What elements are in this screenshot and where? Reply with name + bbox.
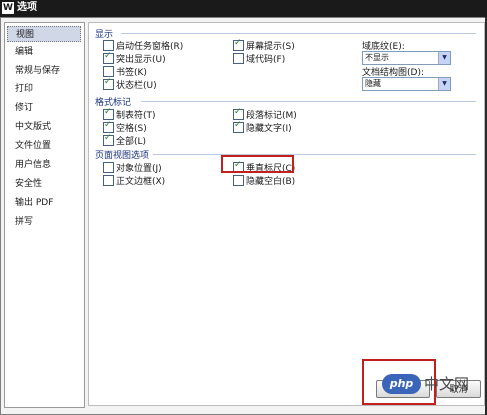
doc-map-select[interactable]: 隐藏 ▼ bbox=[362, 77, 451, 91]
chevron-down-icon: ▼ bbox=[438, 52, 450, 64]
nav-item-security[interactable]: 安全性 bbox=[7, 176, 81, 192]
checkbox-all-marks[interactable] bbox=[103, 133, 114, 146]
checkbox-field-codes[interactable] bbox=[233, 53, 244, 64]
label-screen-tips: 屏幕提示(S) bbox=[246, 42, 295, 52]
watermark: php 中文网 bbox=[382, 373, 480, 397]
label-hidden-text: 隐藏文字(I) bbox=[246, 124, 292, 134]
checkbox-object-anchors[interactable] bbox=[103, 162, 114, 173]
label-status-bar: 状态栏(U) bbox=[116, 81, 157, 91]
app-icon: W bbox=[2, 2, 14, 14]
label-spaces: 空格(S) bbox=[116, 124, 147, 134]
checkbox-text-boundaries[interactable] bbox=[103, 175, 114, 186]
label-hide-whitespace: 隐藏空白(B) bbox=[246, 177, 296, 187]
title-bar: W 选项 bbox=[0, 0, 487, 17]
checkbox-task-pane[interactable] bbox=[103, 40, 114, 51]
label-task-pane: 启动任务窗格(R) bbox=[116, 42, 184, 52]
nav-item-chinese-layout[interactable]: 中文版式 bbox=[7, 119, 81, 135]
chevron-down-icon: ▼ bbox=[438, 78, 450, 90]
watermark-badge: php bbox=[382, 374, 421, 394]
nav-item-general[interactable]: 常规与保存 bbox=[7, 63, 81, 79]
nav-item-edit[interactable]: 编辑 bbox=[7, 44, 81, 60]
label-paragraph-marks: 段落标记(M) bbox=[246, 111, 297, 121]
checkbox-screen-tips[interactable] bbox=[233, 38, 244, 51]
field-shading-value: 不显示 bbox=[365, 53, 389, 62]
checkbox-highlight[interactable] bbox=[103, 51, 114, 64]
field-shading-select[interactable]: 不显示 ▼ bbox=[362, 51, 451, 65]
watermark-text: 中文网 bbox=[424, 375, 470, 393]
page-view-heading: 页面视图选项 bbox=[95, 151, 150, 161]
checkbox-hidden-text[interactable] bbox=[233, 120, 244, 133]
nav-item-print[interactable]: 打印 bbox=[7, 81, 81, 97]
category-list: 视图 编辑 常规与保存 打印 修订 中文版式 文件位置 用户信息 安全性 输出 … bbox=[4, 22, 85, 408]
nav-item-file-location[interactable]: 文件位置 bbox=[7, 138, 81, 154]
checkbox-bookmarks[interactable] bbox=[103, 66, 114, 77]
display-heading: 显示 bbox=[95, 30, 114, 40]
divider bbox=[153, 154, 476, 155]
checkbox-paragraph-marks[interactable] bbox=[233, 107, 244, 120]
checkbox-tab-chars[interactable] bbox=[103, 107, 114, 120]
label-object-anchors: 对象位置(J) bbox=[116, 164, 162, 174]
label-bookmarks: 书签(K) bbox=[116, 68, 147, 78]
label-all-marks: 全部(L) bbox=[116, 137, 147, 147]
nav-item-revision[interactable]: 修订 bbox=[7, 100, 81, 116]
label-text-boundaries: 正文边框(X) bbox=[116, 177, 166, 187]
format-marks-heading: 格式标记 bbox=[95, 98, 132, 108]
label-highlight: 突出显示(U) bbox=[116, 55, 166, 65]
label-field-codes: 域代码(F) bbox=[246, 55, 286, 65]
highlight-box bbox=[221, 155, 294, 173]
label-tab-chars: 制表符(T) bbox=[116, 111, 156, 121]
nav-item-user-info[interactable]: 用户信息 bbox=[7, 157, 81, 173]
options-panel: 显示 启动任务窗格(R) 屏幕提示(S) 突出显示(U) 域代码(F) 书签(K… bbox=[88, 22, 485, 406]
nav-item-spelling[interactable]: 拼写 bbox=[7, 214, 81, 230]
window-title: 选项 bbox=[17, 2, 37, 13]
checkbox-status-bar[interactable] bbox=[103, 77, 114, 90]
checkbox-hide-whitespace[interactable] bbox=[233, 175, 244, 186]
divider bbox=[141, 101, 476, 102]
checkbox-spaces[interactable] bbox=[103, 120, 114, 133]
nav-item-pdf[interactable]: 输出 PDF bbox=[7, 195, 81, 211]
divider bbox=[121, 33, 476, 34]
doc-map-value: 隐藏 bbox=[365, 79, 381, 88]
nav-item-view[interactable]: 视图 bbox=[7, 26, 81, 42]
